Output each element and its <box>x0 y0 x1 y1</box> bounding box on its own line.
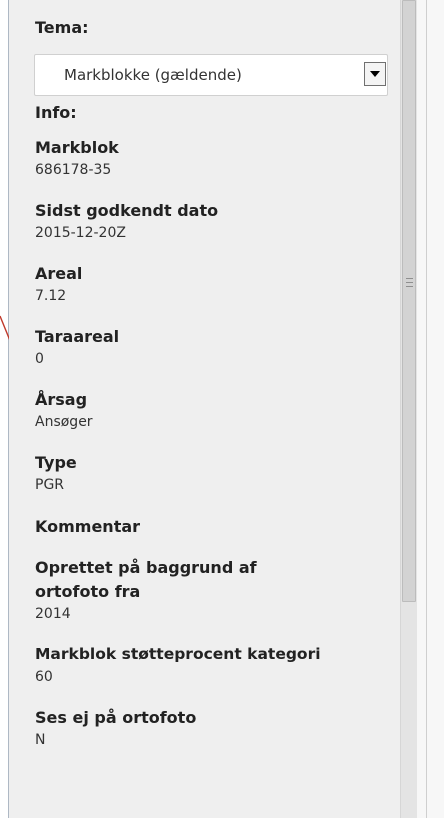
grip-icon <box>406 278 413 287</box>
tema-label: Tema: <box>35 18 89 37</box>
field-label-sidst-godkendt-dato: Sidst godkendt dato <box>35 201 219 220</box>
field-value-type: PGR <box>35 477 65 493</box>
field-label-aarsag: Årsag <box>35 390 88 409</box>
field-label-type: Type <box>35 453 77 472</box>
info-panel[interactable] <box>9 0 400 818</box>
field-label-oprettet-line1: Oprettet på baggrund af <box>35 558 257 577</box>
field-value-markblok: 686178-35 <box>35 162 112 178</box>
field-label-kommentar: Kommentar <box>35 517 141 536</box>
field-value-sidst-godkendt-dato: 2015-12-20Z <box>35 225 126 241</box>
tema-select-value: Markblokke (gældende) <box>64 66 242 84</box>
info-label: Info: <box>35 103 77 122</box>
field-value-oprettet: 2014 <box>35 606 71 622</box>
map-area[interactable] <box>417 0 444 818</box>
field-label-ses-ej: Ses ej på ortofoto <box>35 708 197 727</box>
map-divider <box>426 0 427 818</box>
field-value-stoetteprocent: 60 <box>35 669 53 685</box>
field-label-taraareal: Taraareal <box>35 327 120 346</box>
field-label-markblok: Markblok <box>35 138 119 157</box>
field-value-areal: 7.12 <box>35 288 67 304</box>
field-label-stoetteprocent: Markblok støtteprocent kategori <box>35 645 321 663</box>
field-value-taraareal: 0 <box>35 351 44 367</box>
scrollbar-thumb[interactable] <box>402 0 416 602</box>
field-value-aarsag: Ansøger <box>35 414 93 430</box>
field-label-areal: Areal <box>35 264 83 283</box>
tema-select[interactable]: Markblokke (gældende) <box>34 54 388 96</box>
field-value-ses-ej: N <box>35 732 46 748</box>
vertical-scrollbar[interactable] <box>400 0 417 818</box>
field-label-oprettet-line2: ortofoto fra <box>35 582 141 601</box>
chevron-down-icon[interactable] <box>364 62 386 86</box>
